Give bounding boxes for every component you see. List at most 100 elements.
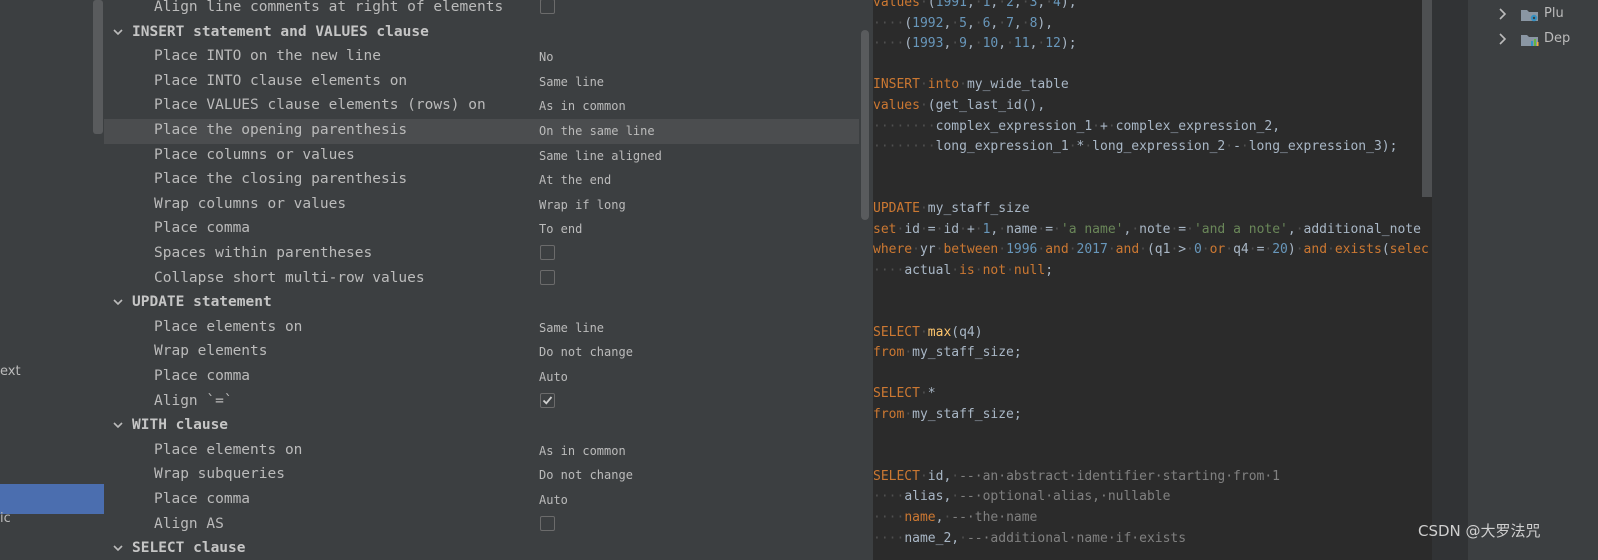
code-token: ···· bbox=[873, 36, 905, 52]
option-value-select[interactable]: Wrap if long bbox=[539, 198, 626, 212]
code-token: · bbox=[1068, 139, 1077, 155]
option-value-select[interactable]: Auto bbox=[539, 370, 568, 384]
code-token: 12 bbox=[1045, 36, 1061, 52]
chevron-down-icon[interactable] bbox=[112, 296, 124, 308]
settings-option-row[interactable]: Place columns or values Same line aligned bbox=[104, 144, 859, 169]
code-line: ····alias,·--·optional·alias,·nullable bbox=[873, 487, 1170, 507]
nav-item-ext[interactable]: ext bbox=[0, 364, 21, 379]
chevron-right-icon[interactable] bbox=[1498, 33, 1508, 49]
code-token: · bbox=[998, 0, 1007, 10]
chevron-down-icon[interactable] bbox=[112, 542, 124, 554]
settings-option-row[interactable]: Wrap subqueries Do not change bbox=[104, 463, 859, 488]
code-line: from·my_staff_size; bbox=[873, 343, 1022, 363]
option-value-select[interactable]: Auto bbox=[539, 493, 568, 507]
code-token: yr bbox=[919, 242, 936, 258]
code-token: set bbox=[873, 221, 897, 237]
option-label: Collapse short multi-row values bbox=[154, 269, 425, 286]
option-value-select[interactable]: No bbox=[539, 50, 553, 64]
settings-section-header[interactable]: INSERT statement and VALUES clause bbox=[104, 21, 859, 46]
settings-option-row[interactable]: Place the opening parenthesis On the same… bbox=[104, 119, 859, 144]
option-checkbox[interactable] bbox=[540, 245, 555, 260]
option-checkbox[interactable] bbox=[540, 392, 555, 408]
code-token: + bbox=[1100, 118, 1108, 134]
code-token: name bbox=[1006, 221, 1038, 237]
code-token: 1996 bbox=[1006, 242, 1038, 258]
code-preview-editor[interactable]: values·(1991,·1,·2,·3,·4), ····(1992,·5,·… bbox=[873, 0, 1435, 560]
code-token: · bbox=[919, 386, 928, 402]
settings-section-header[interactable]: SELECT clause bbox=[104, 537, 859, 560]
nav-scrollbar[interactable] bbox=[93, 0, 103, 134]
code-token: ( bbox=[904, 15, 913, 31]
settings-option-row[interactable]: Place elements on Same line bbox=[104, 316, 859, 341]
code-token: , bbox=[1013, 0, 1022, 10]
settings-option-row[interactable]: Place comma Auto bbox=[104, 488, 859, 513]
option-value-select[interactable]: Same line aligned bbox=[539, 149, 662, 163]
code-token: ········ bbox=[873, 118, 936, 134]
code-token: · bbox=[919, 324, 928, 340]
settings-scrollbar[interactable] bbox=[859, 0, 873, 560]
option-value-select[interactable]: As in common bbox=[539, 99, 626, 113]
code-line: ····actual·is·not·null; bbox=[873, 261, 1053, 281]
settings-option-row[interactable]: Place INTO on the new line No bbox=[104, 45, 859, 70]
code-token: 4 bbox=[1053, 0, 1061, 10]
code-token: SELECT bbox=[873, 324, 920, 340]
option-label: Place INTO clause elements on bbox=[154, 72, 408, 89]
settings-option-row[interactable]: Place the closing parenthesis At the end bbox=[104, 168, 859, 193]
settings-option-row[interactable]: Align line comments at right of elements bbox=[104, 0, 859, 21]
settings-option-row[interactable]: Wrap elements Do not change bbox=[104, 340, 859, 365]
settings-option-row[interactable]: Align AS bbox=[104, 513, 859, 538]
option-value-select[interactable]: At the end bbox=[539, 173, 611, 187]
code-token: · bbox=[1107, 118, 1116, 134]
settings-option-row[interactable]: Place comma Auto bbox=[104, 365, 859, 390]
settings-section-header[interactable]: WITH clause bbox=[104, 414, 859, 439]
code-token: ( bbox=[904, 36, 913, 52]
settings-option-row[interactable]: Place INTO clause elements on Same line bbox=[104, 70, 859, 95]
code-token: and bbox=[1045, 242, 1069, 258]
code-token: exists bbox=[1334, 242, 1382, 258]
editor-scrollbar-thumb[interactable] bbox=[1422, 0, 1432, 197]
settings-option-row[interactable]: Place comma To end bbox=[104, 217, 859, 242]
option-checkbox[interactable] bbox=[540, 515, 555, 531]
code-token: ···· bbox=[873, 510, 905, 525]
code-line: set·id·=·id·+·1,·name·=·'a name',·note·=… bbox=[873, 220, 1421, 240]
code-token: 9 bbox=[959, 36, 967, 52]
option-label: Place columns or values bbox=[154, 146, 355, 163]
option-checkbox[interactable] bbox=[540, 269, 555, 285]
settings-option-row[interactable]: Align `=` bbox=[104, 390, 859, 415]
settings-option-row[interactable]: Place VALUES clause elements (rows) on As… bbox=[104, 94, 859, 119]
option-value-select[interactable]: To end bbox=[539, 222, 582, 236]
code-line: ····name,·--·the·name bbox=[873, 508, 1037, 528]
settings-nav-tree: ext ic bbox=[0, 0, 104, 560]
code-token: max bbox=[927, 324, 952, 340]
option-checkbox[interactable] bbox=[540, 0, 555, 14]
option-value-select[interactable]: Same line bbox=[539, 321, 604, 335]
settings-section-header[interactable]: UPDATE statement bbox=[104, 291, 859, 316]
code-token: 20 bbox=[1272, 242, 1288, 258]
settings-option-row[interactable]: Place elements on As in common bbox=[104, 439, 859, 464]
code-token: · bbox=[919, 0, 928, 10]
code-token: or bbox=[1209, 242, 1226, 258]
code-token: · bbox=[919, 468, 928, 484]
settings-option-row[interactable]: Collapse short multi-row values bbox=[104, 267, 859, 292]
code-line: UPDATE·my_staff_size bbox=[873, 199, 1030, 219]
nav-item-selected[interactable] bbox=[0, 484, 104, 514]
settings-scrollbar-thumb[interactable] bbox=[861, 30, 869, 220]
settings-option-row[interactable]: Wrap columns or values Wrap if long bbox=[104, 193, 859, 218]
code-token: , bbox=[966, 0, 975, 10]
chevron-down-icon[interactable] bbox=[112, 419, 124, 431]
code-token: = bbox=[1178, 221, 1187, 237]
code-token: · bbox=[951, 468, 960, 484]
code-token: · bbox=[959, 77, 967, 93]
option-value-select[interactable]: Do not change bbox=[539, 345, 633, 359]
code-token: (q4) bbox=[951, 324, 983, 340]
chevron-right-icon[interactable] bbox=[1498, 8, 1508, 24]
option-value-select[interactable]: Same line bbox=[539, 75, 604, 89]
code-token: is bbox=[959, 262, 975, 278]
nav-item-ic[interactable]: ic bbox=[0, 511, 11, 526]
chevron-down-icon[interactable] bbox=[112, 26, 124, 38]
settings-option-row[interactable]: Spaces within parentheses bbox=[104, 242, 859, 267]
option-value-select[interactable]: On the same line bbox=[539, 124, 655, 138]
option-value-select[interactable]: As in common bbox=[539, 444, 626, 458]
code-line: SELECT·max(q4) bbox=[873, 323, 983, 343]
option-value-select[interactable]: Do not change bbox=[539, 468, 633, 482]
